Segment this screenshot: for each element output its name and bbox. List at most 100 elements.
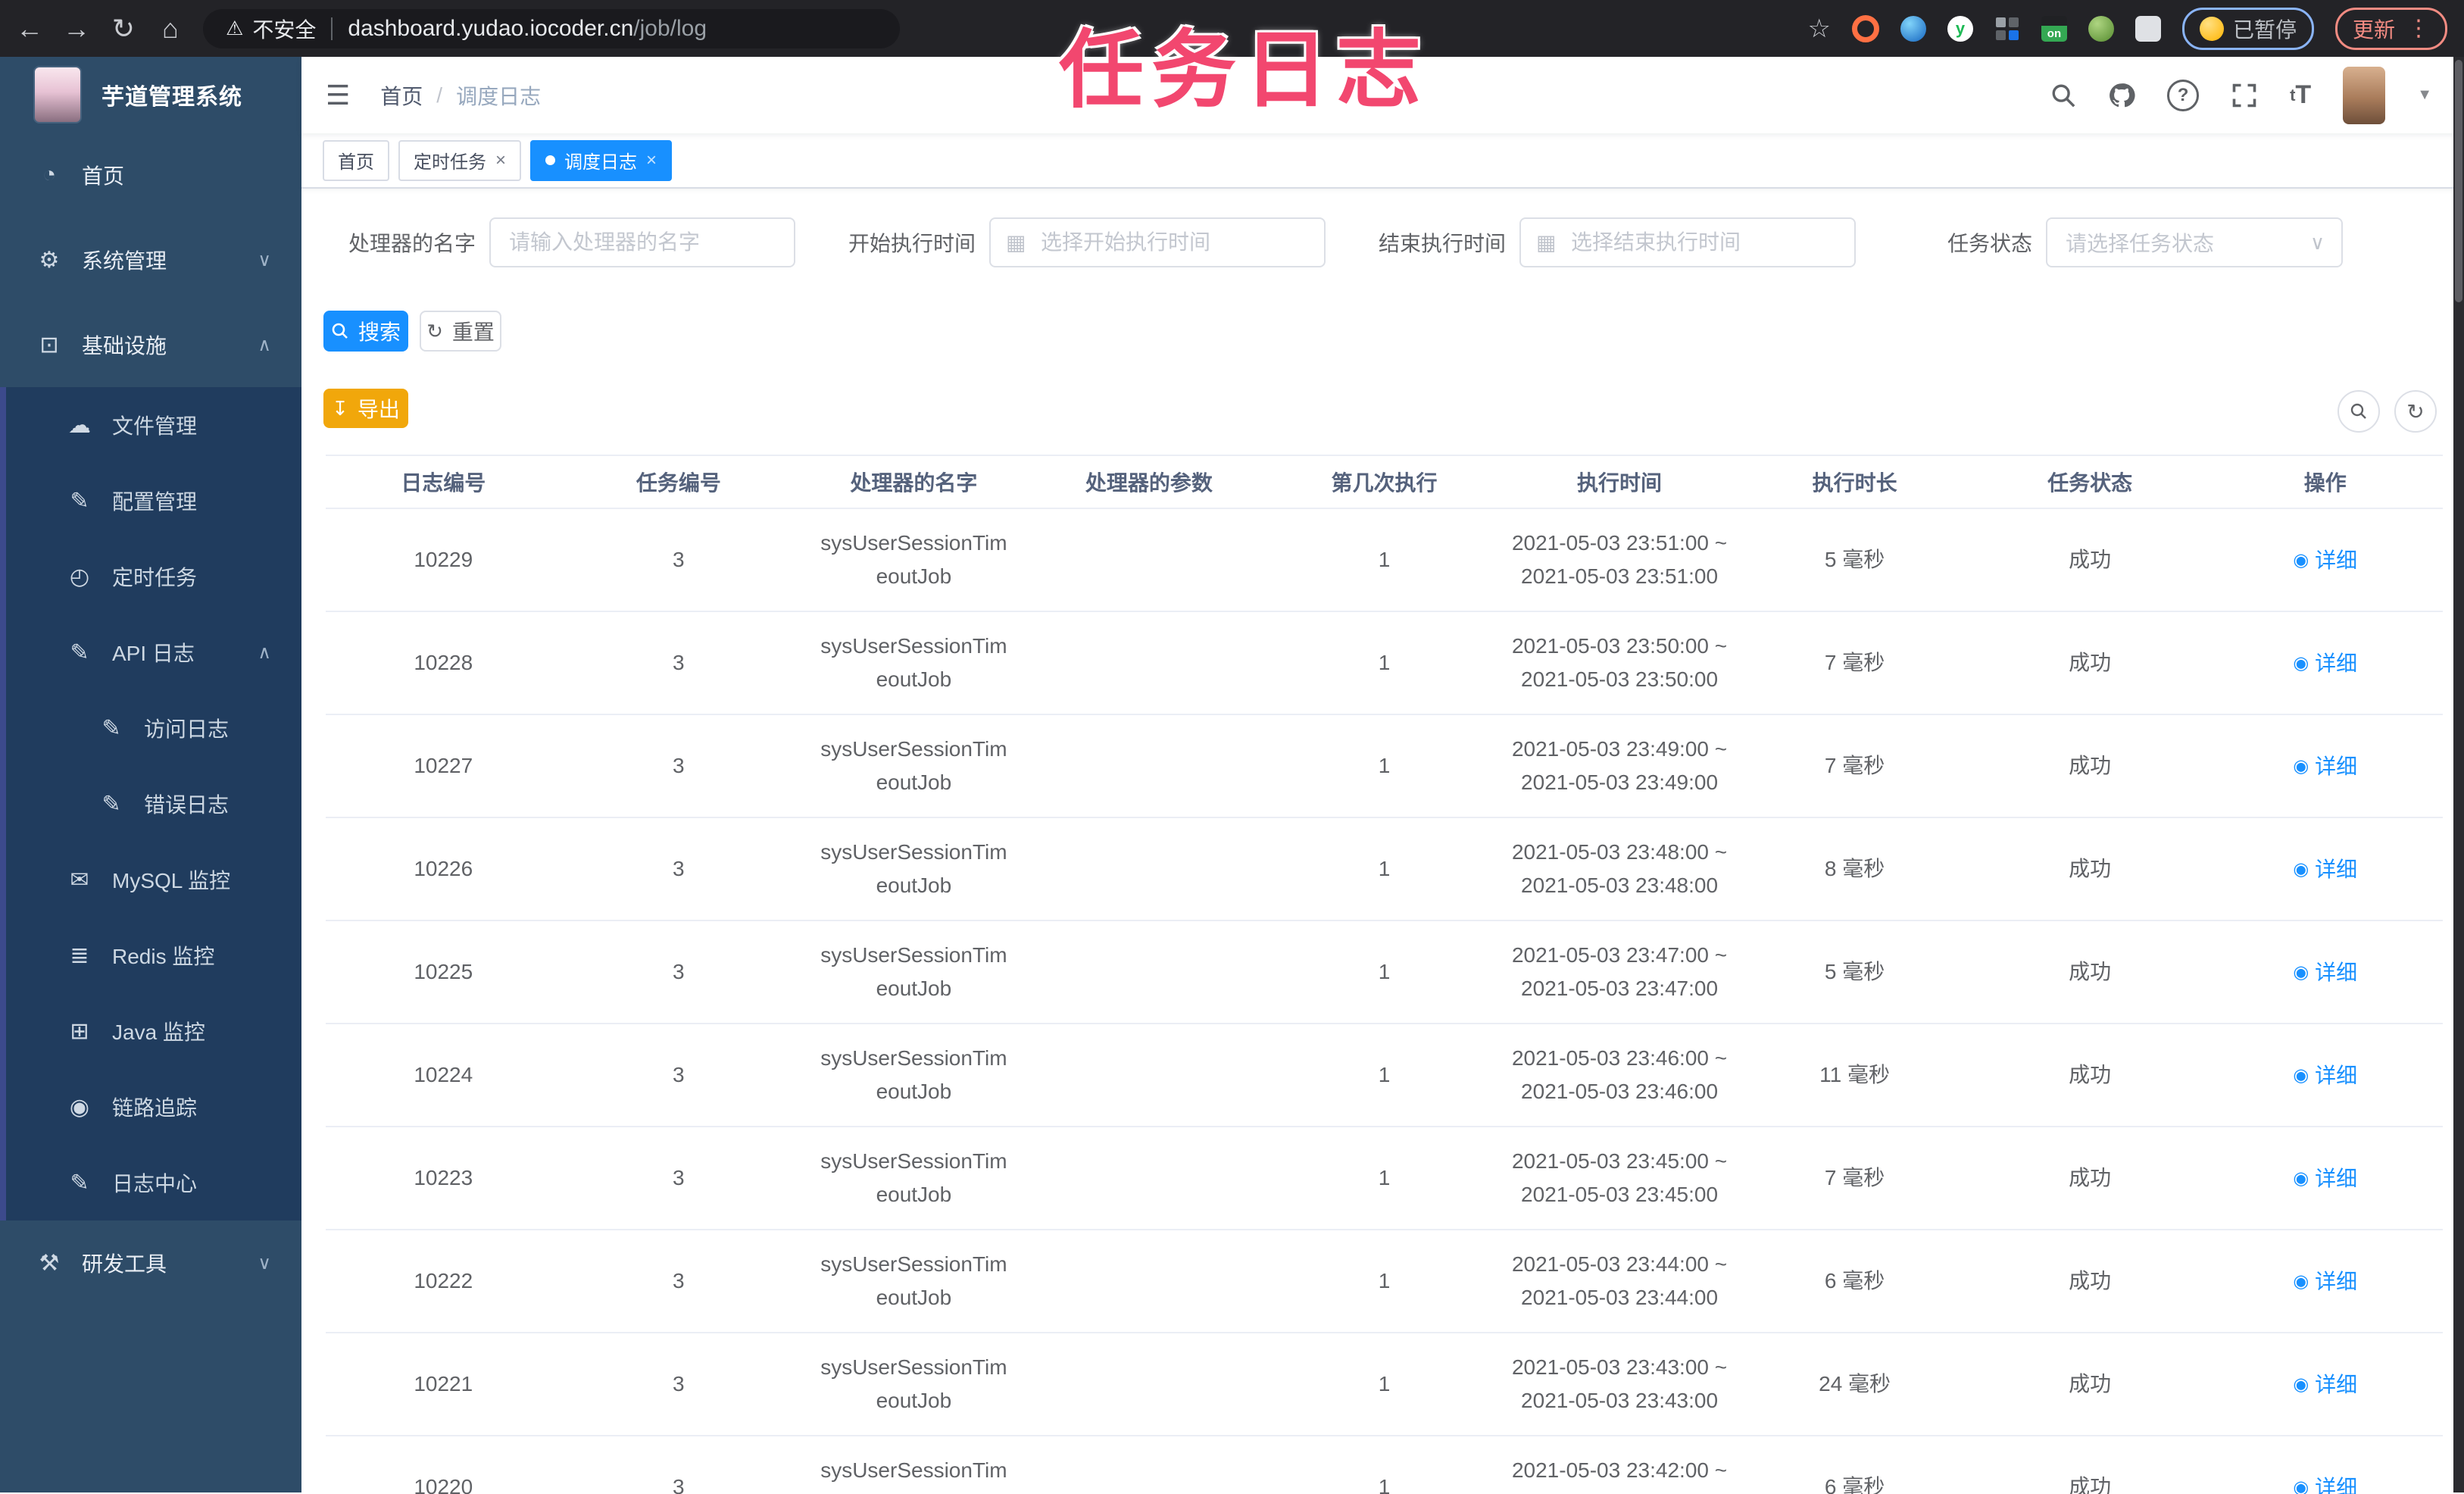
cell-exec-index: 1	[1378, 1372, 1391, 1396]
sidebar-menu-item[interactable]: ✉ MySQL 监控	[0, 842, 301, 917]
browser-forward-icon[interactable]: →	[53, 13, 100, 45]
refresh-table-button[interactable]: ↻	[2394, 390, 2437, 433]
browser-home-icon[interactable]: ⌂	[147, 13, 194, 45]
extension-grid-icon[interactable]	[1994, 16, 2020, 42]
handler-name-input[interactable]	[489, 217, 795, 267]
browser-back-icon[interactable]: ←	[6, 13, 53, 45]
sidebar-menu-item[interactable]: ⚒ 研发工具 ∨	[0, 1221, 301, 1305]
cell-exec-time: 2021-05-03 23:44:00 ~ 2021-05-03 23:44:0…	[1511, 1252, 1728, 1309]
cell-exec-index: 1	[1378, 857, 1391, 880]
detail-link[interactable]: ◉ 详细	[2293, 1162, 2357, 1196]
sidebar-menu-item[interactable]: ⊞ Java 监控	[0, 993, 301, 1069]
fullscreen-icon[interactable]	[2231, 82, 2258, 109]
eye-icon: ◉	[2293, 1065, 2309, 1086]
extension-blue-icon[interactable]	[1900, 15, 1926, 42]
cell-handler-name: sysUserSessionTim eoutJob	[820, 737, 1007, 794]
scrollbar-thumb[interactable]	[2455, 60, 2462, 302]
browser-menu-icon[interactable]: ⋮	[2407, 15, 2430, 42]
detail-link-label: 详细	[2315, 1064, 2358, 1087]
sidebar-menu-item[interactable]: ✎ 配置管理	[0, 463, 301, 539]
detail-link[interactable]: ◉ 详细	[2293, 647, 2357, 680]
end-time-input[interactable]	[1519, 217, 1856, 267]
eye-icon: ◉	[2293, 756, 2309, 777]
bookmark-star-icon[interactable]: ☆	[1807, 14, 1830, 44]
url-path: /job/log	[633, 15, 707, 41]
extensions-puzzle-icon[interactable]	[2135, 15, 2161, 42]
extension-orange-icon[interactable]	[1851, 14, 1879, 42]
user-avatar[interactable]	[2343, 66, 2386, 124]
view-tab[interactable]: 调度日志 ×	[530, 139, 673, 181]
help-icon[interactable]: ?	[2167, 79, 2200, 111]
export-button[interactable]: ↧ 导出	[323, 389, 408, 428]
table-header-row: 日志编号 任务编号 处理器的名字 处理器的参数 第几次执行 执行时间 执行时长 任务状态 操作	[326, 456, 2443, 509]
eye-icon: ◉	[2293, 859, 2309, 880]
detail-link[interactable]: ◉ 详细	[2293, 853, 2357, 886]
font-size-icon[interactable]: tT	[2290, 80, 2311, 110]
breadcrumb-home[interactable]: 首页	[380, 80, 423, 111]
app-logo-row[interactable]: 芋道管理系统	[0, 57, 301, 133]
extension-on-badge-icon[interactable]: on	[2041, 15, 2067, 42]
cell-log-id: 10227	[414, 754, 473, 777]
sidebar-menu-item[interactable]: ☁ 文件管理	[0, 387, 301, 463]
start-time-input[interactable]	[989, 217, 1326, 267]
sidebar-menu-item[interactable]: ⚙ 系统管理 ∨	[0, 217, 301, 302]
cell-exec-time: 2021-05-03 23:47:00 ~ 2021-05-03 23:47:0…	[1511, 943, 1728, 1000]
detail-link[interactable]: ◉ 详细	[2293, 750, 2357, 783]
sidebar-menu-item[interactable]: ◴ 定时任务	[0, 539, 301, 614]
view-tab[interactable]: 首页 ×	[323, 139, 389, 181]
header-search-icon[interactable]	[2050, 83, 2076, 108]
browser-actions: ☆ y on 已暂停 更新 ⋮	[1807, 7, 2464, 50]
reset-button[interactable]: ↻ 重置	[420, 311, 501, 352]
tab-close-icon[interactable]: ×	[646, 150, 657, 171]
eye-icon: ◉	[2293, 1374, 2309, 1395]
update-label: 更新	[2352, 17, 2395, 42]
eye-icon: ◉	[2293, 1271, 2309, 1292]
end-time-field: 结束执行时间 ▦	[1362, 217, 1856, 267]
view-tab[interactable]: 定时任务 ×	[398, 139, 522, 181]
sidebar-menu: ◔ 首页 ⚙ 系统管理 ∨ ⊡ 基础设施 ∧ ☁ 文件管理 ✎ 配置管理 ◴ 定…	[0, 133, 301, 1305]
breadcrumb: 首页 / 调度日志	[380, 80, 541, 111]
cell-exec-index: 1	[1378, 1166, 1391, 1189]
sidebar-menu-item[interactable]: ✎ 日志中心	[0, 1145, 301, 1221]
page-scrollbar[interactable]	[2453, 57, 2464, 1492]
toggle-search-button[interactable]	[2338, 390, 2380, 433]
cell-job-id: 3	[673, 1475, 685, 1494]
handler-name-field: 处理器的名字	[324, 217, 795, 267]
cell-log-id: 10225	[414, 960, 473, 983]
table-column-header: 日志编号	[401, 471, 486, 495]
profile-paused-chip[interactable]: 已暂停	[2181, 7, 2314, 50]
github-icon[interactable]	[2108, 82, 2135, 109]
sidebar-menu-item[interactable]: ◉ 链路追踪	[0, 1069, 301, 1145]
cell-duration: 5 毫秒	[1824, 548, 1885, 571]
cell-exec-time: 2021-05-03 23:46:00 ~ 2021-05-03 23:46:0…	[1511, 1046, 1728, 1103]
cell-job-id: 3	[673, 857, 685, 880]
sidebar-menu-item[interactable]: ⊡ 基础设施 ∧	[0, 302, 301, 387]
chevron-icon: ∨	[258, 249, 271, 270]
browser-reload-icon[interactable]: ↻	[100, 13, 147, 45]
detail-link-label: 详细	[2315, 549, 2358, 572]
sidebar-menu-item[interactable]: ≣ Redis 监控	[0, 917, 301, 993]
detail-link[interactable]: ◉ 详细	[2293, 1471, 2357, 1494]
detail-link[interactable]: ◉ 详细	[2293, 1265, 2357, 1299]
extension-green-icon[interactable]	[2088, 15, 2114, 42]
hamburger-icon[interactable]: ☰	[326, 80, 350, 111]
sidebar-menu-item[interactable]: ◔ 首页	[0, 133, 301, 217]
menu-item-icon: ⚒	[39, 1250, 60, 1276]
cell-exec-time: 2021-05-03 23:43:00 ~ 2021-05-03 23:43:0…	[1511, 1355, 1728, 1412]
job-status-select[interactable]: 请选择任务状态 ∨	[2046, 217, 2343, 267]
detail-link[interactable]: ◉ 详细	[2293, 956, 2357, 989]
annotation-title: 任务日志	[1059, 23, 1429, 117]
extension-green-y-icon[interactable]: y	[1947, 15, 1973, 42]
tab-close-icon[interactable]: ×	[495, 150, 506, 171]
avatar-caret-down-icon[interactable]: ▼	[2417, 86, 2432, 104]
detail-link[interactable]: ◉ 详细	[2293, 1059, 2357, 1092]
address-bar[interactable]: ⚠ 不安全 dashboard.yudao.iocoder.cn /job/lo…	[203, 8, 900, 48]
sidebar-menu-item[interactable]: ✎ API 日志 ∧	[0, 614, 301, 690]
sidebar-menu-item[interactable]: ✎ 访问日志	[0, 690, 301, 766]
browser-update-chip[interactable]: 更新 ⋮	[2334, 7, 2447, 50]
sidebar-menu-item[interactable]: ✎ 错误日志	[0, 766, 301, 842]
table-column-header: 任务编号	[636, 471, 721, 495]
detail-link[interactable]: ◉ 详细	[2293, 1368, 2357, 1402]
detail-link[interactable]: ◉ 详细	[2293, 544, 2357, 577]
search-button[interactable]: 搜索	[323, 311, 408, 352]
